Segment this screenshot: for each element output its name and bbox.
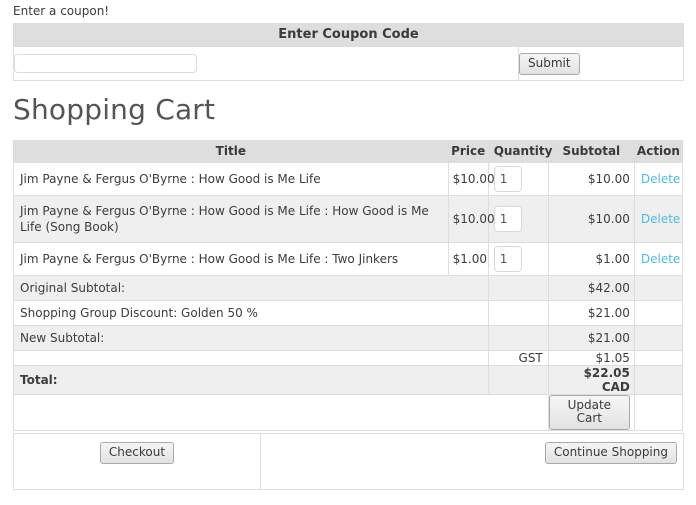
summary-value: $21.00: [547, 325, 635, 351]
submit-coupon-button[interactable]: Submit: [519, 52, 580, 75]
coupon-form-table: Enter Coupon Code Submit: [12, 23, 685, 81]
summary-row-new-subtotal: New Subtotal: $21.00: [13, 325, 684, 351]
item-title: Jim Payne & Fergus O'Byrne : How Good is…: [13, 162, 449, 196]
quantity-input[interactable]: [493, 166, 522, 192]
update-cart-button[interactable]: Update Cart: [548, 395, 630, 430]
summary-action-spacer: [633, 365, 684, 395]
column-header-quantity: Quantity: [487, 140, 552, 163]
summary-label: Shopping Group Discount: Golden 50 %: [13, 300, 489, 326]
summary-action-spacer: [633, 275, 684, 301]
coupon-header-row: Enter Coupon Code: [12, 23, 685, 47]
cart-item-row: Jim Payne & Fergus O'Byrne : How Good is…: [13, 162, 684, 196]
update-row-spacer: [13, 394, 549, 431]
coupon-code-input[interactable]: [14, 54, 197, 73]
total-label: Total:: [13, 365, 489, 395]
summary-row-total: Total: $22.05 CAD: [13, 365, 684, 395]
total-value: $22.05 CAD: [547, 365, 635, 395]
continue-shopping-button[interactable]: Continue Shopping: [544, 442, 677, 464]
delete-item-link[interactable]: Delete: [641, 172, 680, 186]
column-header-price: Price: [447, 140, 489, 163]
item-price: $1.00: [447, 242, 489, 276]
coupon-submit-cell: Submit: [517, 46, 685, 81]
summary-mid: [487, 275, 549, 301]
delete-item-link[interactable]: Delete: [641, 212, 680, 226]
item-quantity-cell: [487, 242, 549, 276]
page-title: Shopping Cart: [13, 93, 216, 126]
item-subtotal: $10.00: [547, 195, 635, 243]
column-header-action: Action: [633, 140, 684, 163]
cart-item-row: Jim Payne & Fergus O'Byrne : How Good is…: [13, 195, 684, 243]
coupon-input-cell: [13, 46, 519, 81]
summary-mid: [487, 325, 549, 351]
column-header-subtotal: Subtotal: [547, 140, 635, 163]
item-price: $10.00: [447, 162, 495, 196]
summary-mid-gst: GST: [487, 350, 549, 366]
summary-row-gst: GST $1.05: [13, 350, 684, 366]
item-subtotal: $10.00: [547, 162, 635, 196]
summary-action-spacer: [633, 350, 684, 366]
update-cart-cell: Update Cart: [547, 394, 635, 431]
summary-mid: [487, 365, 549, 395]
delete-item-link[interactable]: Delete: [641, 252, 680, 266]
cart-header-row: Title Price Quantity Subtotal Action: [13, 140, 684, 163]
checkout-cell: Checkout: [13, 433, 261, 490]
summary-mid: [487, 300, 549, 326]
quantity-input[interactable]: [493, 206, 522, 232]
item-action-cell: Delete: [633, 195, 684, 243]
cart-item-row: Jim Payne & Fergus O'Byrne : How Good is…: [13, 242, 684, 276]
summary-action-spacer: [633, 325, 684, 351]
cart-page: Enter a coupon! Enter Coupon Code Submit…: [0, 0, 696, 490]
summary-action-spacer: [633, 300, 684, 326]
item-subtotal: $1.00: [547, 242, 635, 276]
cart-actions-row: Checkout Continue Shopping: [13, 433, 684, 490]
summary-label: [13, 350, 489, 366]
column-header-title: Title: [13, 140, 449, 163]
summary-value: $1.05: [547, 350, 635, 366]
quantity-input[interactable]: [493, 246, 522, 272]
item-action-cell: Delete: [633, 162, 684, 196]
item-quantity-cell: [487, 162, 549, 196]
item-title: Jim Payne & Fergus O'Byrne : How Good is…: [13, 242, 449, 276]
shopping-cart-table: Title Price Quantity Subtotal Action Jim…: [13, 140, 684, 431]
summary-value: $21.00: [547, 300, 635, 326]
item-title: Jim Payne & Fergus O'Byrne : How Good is…: [13, 195, 449, 243]
summary-label: New Subtotal:: [13, 325, 489, 351]
item-action-cell: Delete: [633, 242, 684, 276]
item-quantity-cell: [487, 195, 549, 243]
coupon-header-label: Enter Coupon Code: [12, 23, 685, 47]
update-row-action-spacer: [633, 394, 684, 431]
item-price: $10.00: [447, 195, 495, 243]
cart-actions-table: Checkout Continue Shopping: [13, 433, 684, 490]
checkout-button[interactable]: Checkout: [99, 442, 175, 464]
coupon-input-row: Submit: [13, 46, 685, 81]
coupon-prompt: Enter a coupon!: [13, 4, 110, 18]
summary-row-group-discount: Shopping Group Discount: Golden 50 % $21…: [13, 300, 684, 326]
update-cart-row: Update Cart: [13, 394, 684, 431]
summary-value: $42.00: [547, 275, 635, 301]
summary-row-original-subtotal: Original Subtotal: $42.00: [13, 275, 684, 301]
summary-label: Original Subtotal:: [13, 275, 489, 301]
continue-shopping-cell: Continue Shopping: [260, 433, 684, 490]
